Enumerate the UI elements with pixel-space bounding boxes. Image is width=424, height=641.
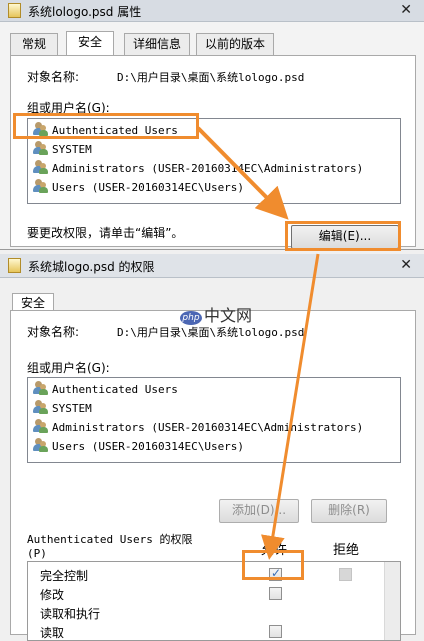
remove-button[interactable]: 删除(R) (311, 499, 387, 523)
users-icon (32, 438, 48, 452)
full-control-deny-checkbox[interactable] (339, 568, 352, 581)
user-list[interactable]: Authenticated Users SYSTEM Administrator… (27, 377, 401, 463)
perm-modify: 修改 (40, 588, 65, 602)
perm-read: 读取 (40, 626, 65, 640)
users-icon (32, 141, 48, 155)
read-allow-checkbox[interactable] (269, 625, 282, 638)
permissions-list: 完全控制 修改 读取和执行 读取 ✓ (27, 561, 401, 641)
allow-checkbox-highlight (242, 550, 304, 580)
users-icon (32, 160, 48, 174)
scrollbar[interactable] (384, 562, 400, 640)
change-permissions-hint: 要更改权限，请单击“编辑”。 (27, 226, 184, 240)
add-button[interactable]: 添加(D)... (219, 499, 299, 523)
title-bar: 系统城logo.psd 的权限 ✕ (0, 254, 424, 278)
deny-header: 拒绝 (333, 543, 360, 558)
authenticated-users-highlight (13, 113, 199, 139)
list-item[interactable]: SYSTEM (32, 400, 92, 418)
close-icon[interactable]: ✕ (400, 257, 412, 273)
list-item[interactable]: Users (USER-20160314EC\Users) (32, 179, 244, 197)
watermark: php 中文网 (180, 302, 252, 326)
permissions-label-hotkey: (P) (27, 547, 47, 560)
window-title: 系统lologo.psd 属性 (28, 5, 142, 19)
watermark-text: 中文网 (204, 306, 253, 325)
object-name-value: D:\用户目录\桌面\系统lologo.psd (117, 326, 305, 339)
tab-general[interactable]: 常规 (10, 33, 58, 55)
edit-button-highlight (285, 221, 401, 251)
group-label: 组或用户名(G): (27, 361, 110, 375)
permissions-panel: 对象名称: D:\用户目录\桌面\系统lologo.psd 组或用户名(G): … (10, 310, 416, 641)
users-icon (32, 179, 48, 193)
list-item[interactable]: Administrators (USER-20160314EC\Administ… (32, 419, 363, 437)
file-icon (8, 258, 21, 273)
users-icon (32, 419, 48, 433)
properties-window: 系统lologo.psd 属性 ✕ 常规 安全 详细信息 以前的版本 对象名称:… (0, 0, 424, 251)
modify-allow-checkbox[interactable] (269, 587, 282, 600)
list-item[interactable]: Authenticated Users (32, 381, 178, 399)
title-bar: 系统lologo.psd 属性 ✕ (0, 0, 424, 22)
window-title: 系统城logo.psd 的权限 (28, 260, 155, 274)
list-item[interactable]: Users (USER-20160314EC\Users) (32, 438, 244, 456)
security-panel: 对象名称: D:\用户目录\桌面\系统lologo.psd 组或用户名(G): … (10, 55, 416, 249)
tab-security[interactable]: 安全 (66, 31, 114, 55)
object-name-label: 对象名称: (27, 325, 80, 339)
permissions-label: Authenticated Users 的权限 (27, 533, 193, 546)
list-item[interactable]: SYSTEM (32, 141, 92, 159)
object-name-value: D:\用户目录\桌面\系统lologo.psd (117, 71, 305, 84)
php-logo-icon: php (180, 311, 202, 325)
perm-full-control: 完全控制 (40, 569, 89, 583)
users-icon (32, 381, 48, 395)
tab-details[interactable]: 详细信息 (124, 33, 190, 55)
file-icon (8, 3, 21, 18)
object-name-label: 对象名称: (27, 70, 80, 84)
close-icon[interactable]: ✕ (400, 2, 412, 18)
perm-read-execute: 读取和执行 (40, 607, 101, 621)
list-item[interactable]: Administrators (USER-20160314EC\Administ… (32, 160, 363, 178)
users-icon (32, 400, 48, 414)
tab-previous-versions[interactable]: 以前的版本 (196, 33, 274, 55)
